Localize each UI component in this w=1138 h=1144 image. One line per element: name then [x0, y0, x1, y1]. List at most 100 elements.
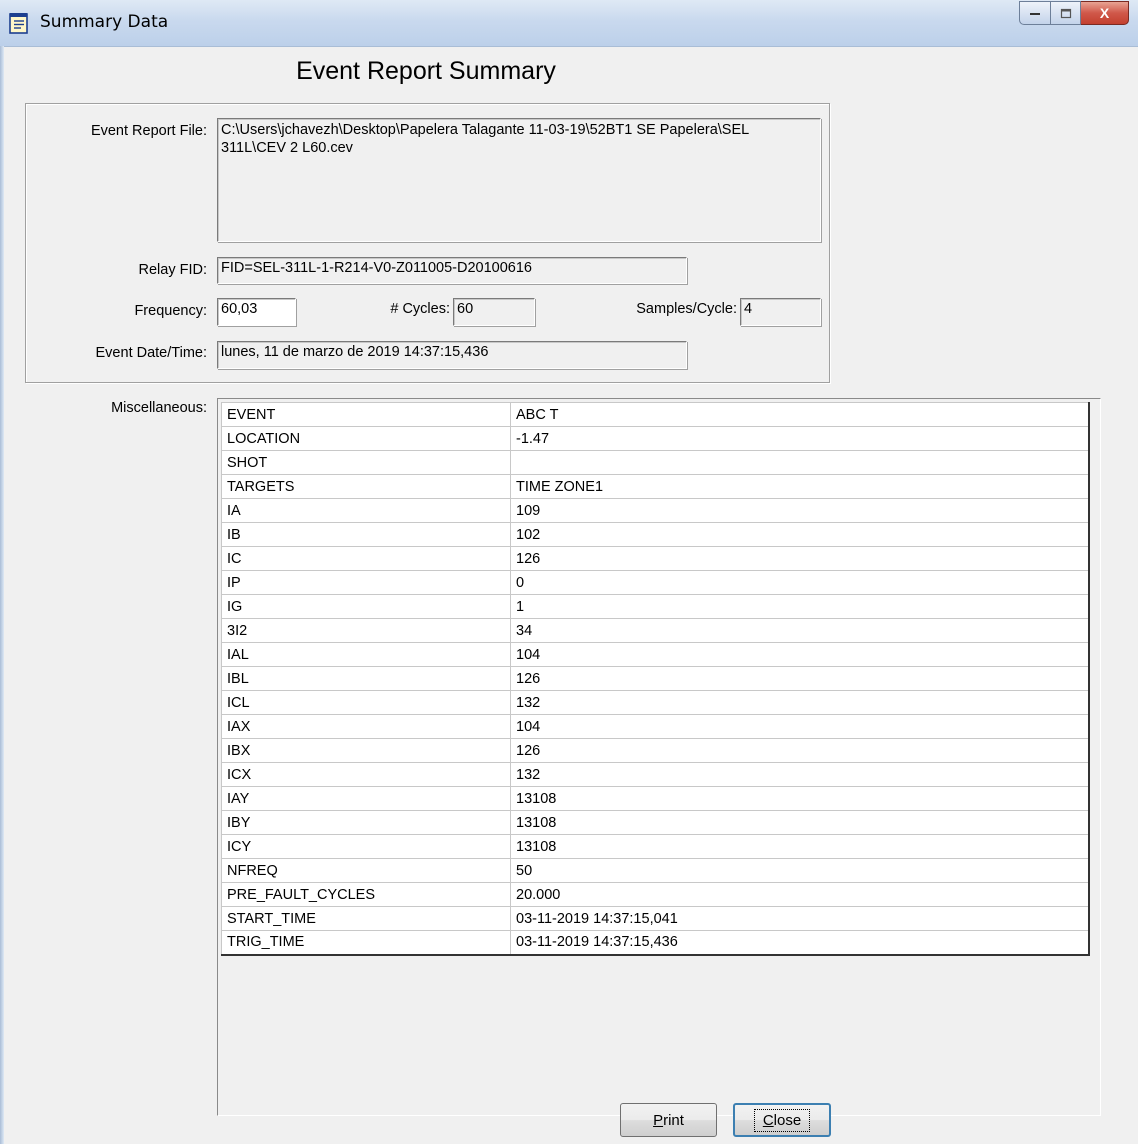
close-window-button[interactable]: X [1081, 1, 1129, 25]
table-row[interactable]: IBX 126 [221, 738, 1089, 763]
table-row[interactable]: EVENT ABC T [221, 402, 1089, 427]
misc-value-cell[interactable]: 109 [510, 498, 1089, 523]
frequency-label: Frequency: [134, 303, 207, 319]
misc-value-cell[interactable]: 126 [510, 666, 1089, 691]
misc-value-cell[interactable]: 126 [510, 546, 1089, 571]
window-left-border [0, 46, 4, 1144]
misc-key-cell[interactable]: IBY [221, 810, 511, 835]
table-row[interactable]: ICX 132 [221, 762, 1089, 787]
misc-key-cell[interactable]: IAL [221, 642, 511, 667]
cycles-field[interactable]: 60 [453, 298, 535, 326]
misc-key-cell[interactable]: IA [221, 498, 511, 523]
print-mnemonic: P [653, 1111, 664, 1129]
miscellaneous-label: Miscellaneous: [111, 400, 207, 416]
notepad-icon [9, 13, 28, 34]
table-row[interactable]: IA 109 [221, 498, 1089, 523]
misc-value-cell[interactable]: 132 [510, 690, 1089, 715]
table-row[interactable]: IBL 126 [221, 666, 1089, 691]
misc-value-cell[interactable]: 104 [510, 714, 1089, 739]
misc-value-cell[interactable]: 132 [510, 762, 1089, 787]
caption-buttons: X [1019, 1, 1129, 25]
table-row[interactable]: NFREQ 50 [221, 858, 1089, 883]
misc-value-cell[interactable]: 104 [510, 642, 1089, 667]
misc-value-cell[interactable]: 13108 [510, 786, 1089, 811]
table-row[interactable]: IAL 104 [221, 642, 1089, 667]
close-mnemonic: C [762, 1111, 774, 1129]
print-label: rint [663, 1111, 684, 1129]
misc-value-cell[interactable]: 0 [510, 570, 1089, 595]
event-datetime-field[interactable]: lunes, 11 de marzo de 2019 14:37:15,436 [217, 341, 687, 369]
table-row[interactable]: IP 0 [221, 570, 1089, 595]
event-report-file-label: Event Report File: [90, 123, 207, 139]
misc-value-cell[interactable]: 13108 [510, 810, 1089, 835]
miscellaneous-table[interactable]: EVENT ABC T LOCATION -1.47 SHOT TARGETS TIME Z… [221, 402, 1090, 956]
misc-key-cell[interactable]: 3I2 [221, 618, 511, 643]
misc-value-cell[interactable]: 102 [510, 522, 1089, 547]
table-row[interactable]: IAY 13108 [221, 786, 1089, 811]
misc-key-cell[interactable]: ICX [221, 762, 511, 787]
print-button[interactable]: Print [620, 1103, 717, 1137]
maximize-button[interactable] [1051, 1, 1081, 25]
window-title: Summary Data [40, 12, 169, 32]
summary-data-window: Summary Data X Event Report Summary Even… [0, 0, 1138, 1144]
misc-key-cell[interactable]: NFREQ [221, 858, 511, 883]
misc-value-cell[interactable]: 1 [510, 594, 1089, 619]
misc-key-cell[interactable]: ICL [221, 690, 511, 715]
table-row[interactable]: START_TIME 03-11-2019 14:37:15,041 [221, 906, 1089, 931]
misc-value-cell[interactable]: 34 [510, 618, 1089, 643]
misc-key-cell[interactable]: IBX [221, 738, 511, 763]
event-report-file-field[interactable]: C:\Users\jchavezh\Desktop\Papelera Talag… [217, 118, 821, 242]
page-title: Event Report Summary [296, 57, 556, 85]
misc-key-cell[interactable]: IAY [221, 786, 511, 811]
table-row[interactable]: LOCATION -1.47 [221, 426, 1089, 451]
table-row[interactable]: IC 126 [221, 546, 1089, 571]
misc-key-cell[interactable]: IAX [221, 714, 511, 739]
misc-value-cell[interactable]: 03-11-2019 14:37:15,436 [510, 930, 1089, 955]
misc-key-cell[interactable]: START_TIME [221, 906, 511, 931]
close-label: lose [773, 1111, 802, 1129]
misc-key-cell[interactable]: IB [221, 522, 511, 547]
table-row[interactable]: IBY 13108 [221, 810, 1089, 835]
title-bar[interactable]: Summary Data X [0, 0, 1138, 47]
minimize-button[interactable] [1019, 1, 1051, 25]
minimize-icon [1030, 13, 1040, 15]
misc-value-cell[interactable]: 126 [510, 738, 1089, 763]
event-datetime-label: Event Date/Time: [95, 345, 207, 361]
table-row[interactable]: IB 102 [221, 522, 1089, 547]
misc-key-cell[interactable]: TARGETS [221, 474, 511, 499]
cycles-label: # Cycles: [390, 301, 450, 317]
samples-cycle-field[interactable]: 4 [740, 298, 821, 326]
misc-value-cell[interactable]: 13108 [510, 834, 1089, 859]
misc-value-cell[interactable]: 20.000 [510, 882, 1089, 907]
misc-value-cell[interactable] [510, 450, 1089, 475]
misc-key-cell[interactable]: SHOT [221, 450, 511, 475]
table-row[interactable]: IG 1 [221, 594, 1089, 619]
misc-value-cell[interactable]: 03-11-2019 14:37:15,041 [510, 906, 1089, 931]
table-row[interactable]: ICL 132 [221, 690, 1089, 715]
misc-key-cell[interactable]: PRE_FAULT_CYCLES [221, 882, 511, 907]
misc-key-cell[interactable]: TRIG_TIME [221, 930, 511, 955]
misc-value-cell[interactable]: -1.47 [510, 426, 1089, 451]
table-row[interactable]: TARGETS TIME ZONE1 [221, 474, 1089, 499]
relay-fid-label: Relay FID: [138, 262, 208, 278]
misc-key-cell[interactable]: ICY [221, 834, 511, 859]
misc-key-cell[interactable]: LOCATION [221, 426, 511, 451]
table-row[interactable]: SHOT [221, 450, 1089, 475]
close-button[interactable]: Close [733, 1103, 831, 1137]
misc-value-cell[interactable]: TIME ZONE1 [510, 474, 1089, 499]
table-row[interactable]: TRIG_TIME 03-11-2019 14:37:15,436 [221, 930, 1089, 955]
misc-value-cell[interactable]: ABC T [510, 402, 1089, 427]
misc-key-cell[interactable]: IG [221, 594, 511, 619]
table-row[interactable]: ICY 13108 [221, 834, 1089, 859]
misc-key-cell[interactable]: IP [221, 570, 511, 595]
table-row[interactable]: 3I2 34 [221, 618, 1089, 643]
misc-key-cell[interactable]: EVENT [221, 402, 511, 427]
misc-key-cell[interactable]: IBL [221, 666, 511, 691]
misc-value-cell[interactable]: 50 [510, 858, 1089, 883]
table-row[interactable]: IAX 104 [221, 714, 1089, 739]
miscellaneous-panel[interactable]: EVENT ABC T LOCATION -1.47 SHOT TARGETS TIME Z… [217, 398, 1101, 1116]
table-row[interactable]: PRE_FAULT_CYCLES 20.000 [221, 882, 1089, 907]
misc-key-cell[interactable]: IC [221, 546, 511, 571]
relay-fid-field[interactable]: FID=SEL-311L-1-R214-V0-Z011005-D20100616 [217, 257, 687, 284]
frequency-field[interactable]: 60,03 [217, 298, 296, 326]
